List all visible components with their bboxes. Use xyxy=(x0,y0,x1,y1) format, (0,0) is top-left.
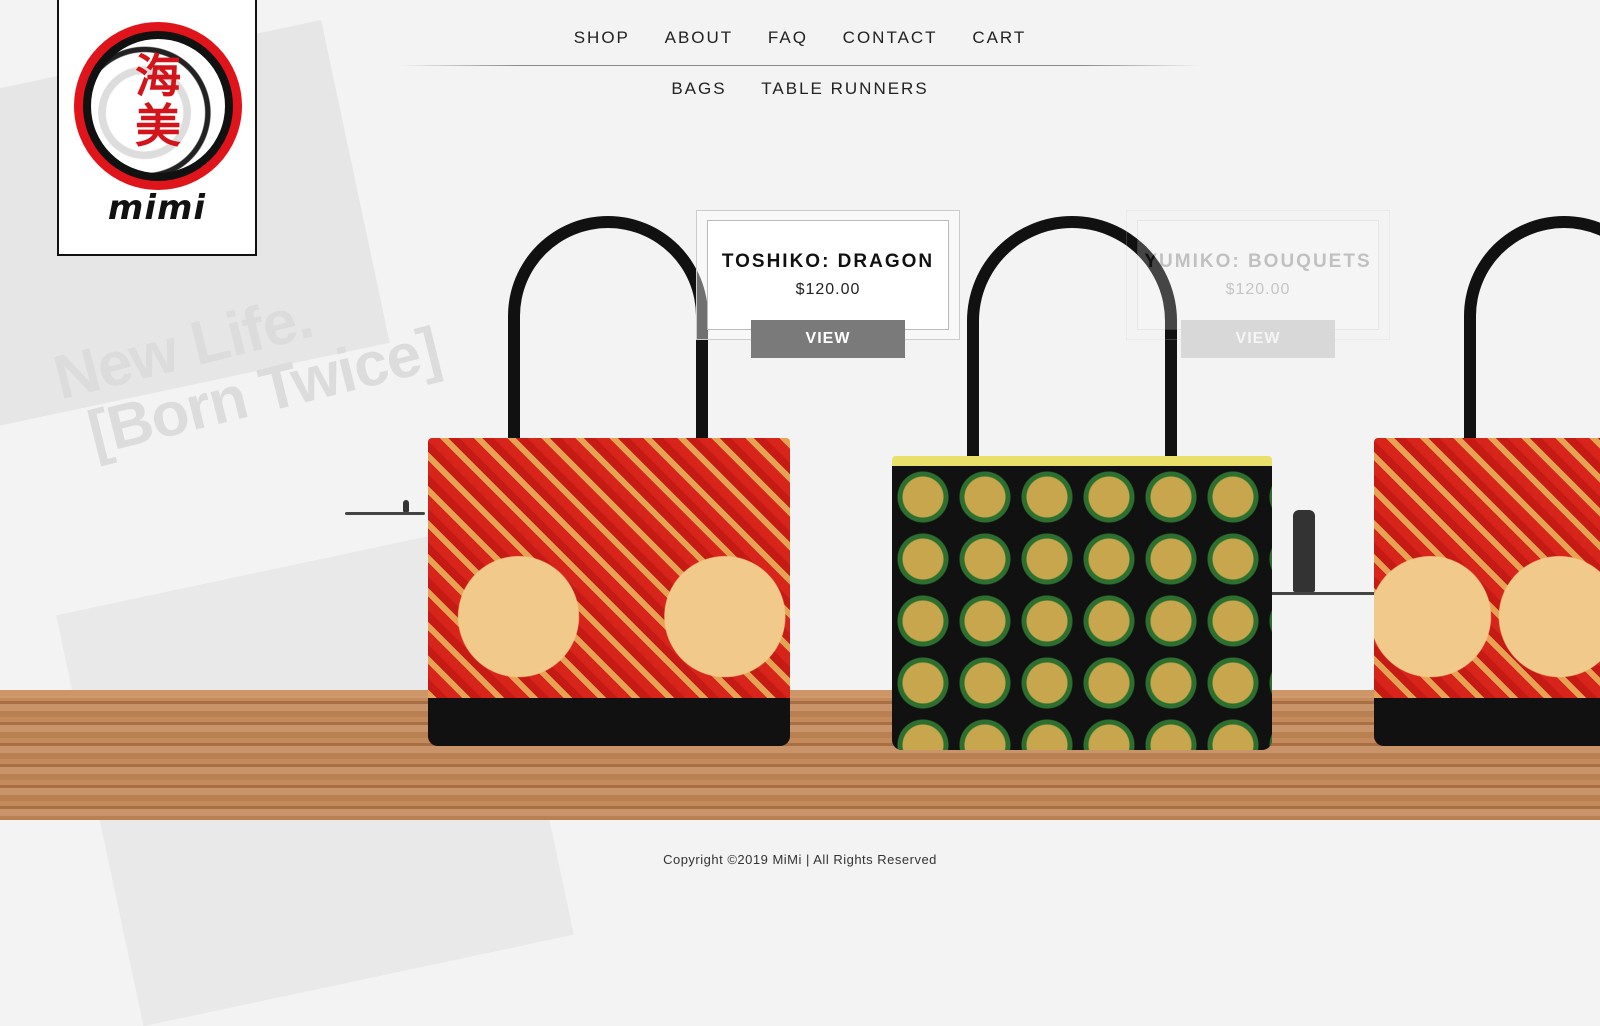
boatman-silhouette xyxy=(403,500,409,512)
logo-wordmark: mimi xyxy=(107,188,207,228)
nav-cart[interactable]: CART xyxy=(972,28,1026,47)
boat-silhouette xyxy=(345,512,425,515)
product-card-inner: YUMIKO: BOUQUETS $120.00 xyxy=(1137,220,1379,330)
product-price: $120.00 xyxy=(1225,281,1291,298)
view-button[interactable]: VIEW xyxy=(1181,320,1335,358)
nav-about[interactable]: ABOUT xyxy=(665,28,734,47)
logo-kanji: 海美 xyxy=(135,49,181,153)
bag-base xyxy=(1374,698,1600,746)
product-price: $120.00 xyxy=(795,281,861,298)
primary-nav: SHOP ABOUT FAQ CONTACT CART xyxy=(0,28,1600,48)
nav-faq[interactable]: FAQ xyxy=(768,28,808,47)
boat-silhouette xyxy=(1270,592,1380,595)
product-image-partial[interactable] xyxy=(1374,216,1600,746)
secondary-nav: BAGS TABLE RUNNERS xyxy=(0,79,1600,99)
bag-handle xyxy=(508,216,708,456)
product-card-inner: TOSHIKO: DRAGON $120.00 xyxy=(707,220,949,330)
view-button[interactable]: VIEW xyxy=(751,320,905,358)
footer-copyright: Copyright ©2019 MiMi | All Rights Reserv… xyxy=(663,852,937,867)
nav-divider xyxy=(400,65,1200,66)
bag-base xyxy=(428,698,790,746)
product-name[interactable]: TOSHIKO: DRAGON xyxy=(708,251,948,273)
bag-body xyxy=(428,438,790,746)
nav-table-runners[interactable]: TABLE RUNNERS xyxy=(761,79,928,98)
product-name[interactable]: YUMIKO: BOUQUETS xyxy=(1138,251,1378,273)
bag-body xyxy=(892,456,1272,750)
bag-body xyxy=(1374,438,1600,746)
nav-contact[interactable]: CONTACT xyxy=(843,28,938,47)
nav-bags[interactable]: BAGS xyxy=(671,79,726,98)
bag-handle xyxy=(1464,216,1600,456)
nav-shop[interactable]: SHOP xyxy=(574,28,630,47)
wooden-table xyxy=(0,690,1600,820)
boatman-silhouette xyxy=(1293,510,1315,592)
